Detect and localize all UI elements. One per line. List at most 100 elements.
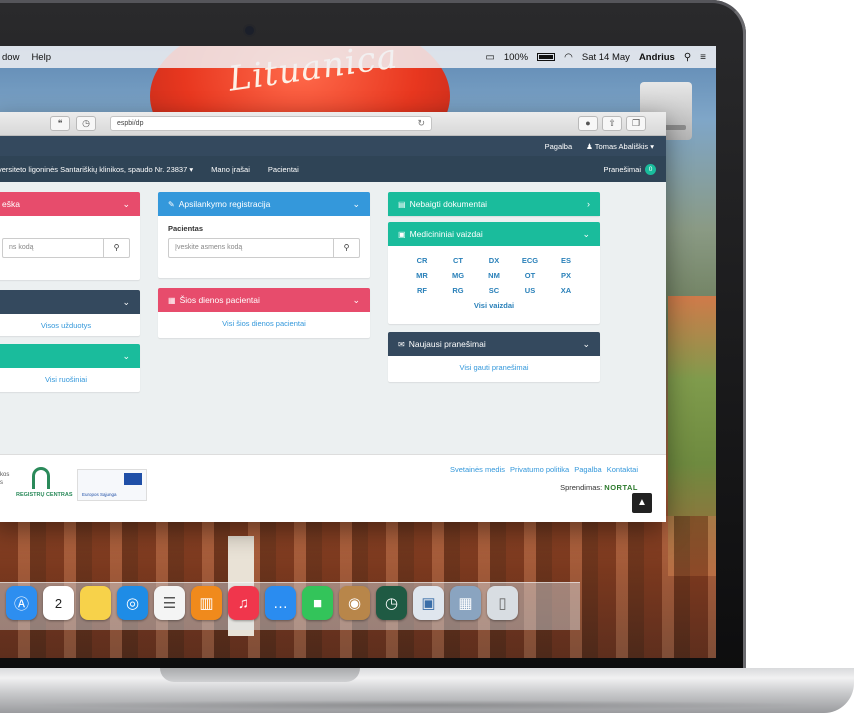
modality-link[interactable]: RF: [404, 286, 440, 295]
all-messages-link[interactable]: Visi gauti pranešimai: [388, 356, 600, 379]
contacts-icon[interactable]: ◉: [339, 586, 370, 620]
modality-link[interactable]: NM: [476, 271, 512, 280]
chevron-down-icon[interactable]: ⌄: [122, 199, 130, 210]
reminders-icon[interactable]: ☰: [154, 586, 185, 620]
modality-link[interactable]: XA: [548, 286, 584, 295]
trash-icon[interactable]: ▯: [487, 586, 518, 620]
all-today-patients-link[interactable]: Visi šios dienos pacientai: [158, 312, 370, 335]
help-link[interactable]: Pagalba: [545, 142, 573, 151]
modality-link[interactable]: ES: [548, 256, 584, 265]
chevron-down-icon[interactable]: ⌄: [122, 297, 130, 308]
contacts-link[interactable]: Kontaktai: [607, 465, 638, 474]
patient-search-input[interactable]: ns kodą: [3, 239, 103, 257]
modality-link[interactable]: PX: [548, 271, 584, 280]
chevron-down-icon[interactable]: ⌄: [582, 229, 590, 240]
modality-link[interactable]: US: [512, 286, 548, 295]
menu-window[interactable]: dow: [2, 52, 19, 63]
panel-title: Šios dienos pacientai: [179, 295, 260, 305]
panel-header[interactable]: ▤ Nebaigti dokumentai ›: [388, 192, 600, 216]
chevron-down-icon[interactable]: ⌄: [352, 199, 360, 210]
chevron-down-icon[interactable]: ⌄: [352, 295, 360, 306]
chevron-right-icon[interactable]: ›: [587, 199, 590, 209]
messages-icon[interactable]: …: [265, 586, 296, 620]
chevron-down-icon[interactable]: ⌄: [122, 351, 130, 362]
today-patients-panel: ▦ Šios dienos pacientai ⌄ Visi šios dien…: [158, 288, 370, 338]
panel-header[interactable]: ▦ Šios dienos pacientai ⌄: [158, 288, 370, 312]
menu-bar: dow Help ▭ 100% ◠ Sat 14 May Andrius ⚲ ≡: [0, 46, 716, 68]
all-drafts-link[interactable]: Visi ruošiniai: [0, 368, 140, 391]
modality-link[interactable]: RG: [440, 286, 476, 295]
sitemap-link[interactable]: Svetainės medis: [450, 465, 505, 474]
spotlight-icon[interactable]: ⚲: [684, 52, 691, 63]
history-icon[interactable]: ◷: [76, 116, 96, 131]
medical-images-panel: ▣ Medicininiai vaizdai ⌄ CR CT DX ECG ES…: [388, 222, 600, 324]
search-icon[interactable]: ⚲: [103, 239, 129, 257]
extension-icon[interactable]: ●: [578, 116, 598, 131]
panel-header[interactable]: ✉ Naujausi pranešimai ⌄: [388, 332, 600, 356]
modality-link[interactable]: CT: [440, 256, 476, 265]
address-text: espbi/dp: [117, 120, 144, 127]
edit-icon: ✎: [168, 199, 175, 209]
panel-header[interactable]: ⌄: [0, 344, 140, 368]
patient-label: Pacientas: [168, 224, 204, 233]
search-icon[interactable]: ⚲: [333, 239, 359, 257]
notes-icon[interactable]: [80, 586, 111, 620]
nav-my-records[interactable]: Mano įrašai: [211, 165, 250, 174]
institution-dropdown[interactable]: versiteto ligoninės Santariškių klinikos…: [0, 165, 193, 174]
latest-messages-panel: ✉ Naujausi pranešimai ⌄ Visi gauti prane…: [388, 332, 600, 382]
clock[interactable]: Sat 14 May: [582, 52, 630, 63]
eu-funds-logo: Europos Sąjunga: [77, 469, 147, 501]
all-images-link[interactable]: Visi vaizdai: [388, 297, 600, 316]
panel-header[interactable]: ⌄: [0, 290, 140, 314]
battery-icon[interactable]: [537, 53, 556, 61]
modality-link[interactable]: DX: [476, 256, 512, 265]
time-machine-icon[interactable]: ◷: [376, 586, 407, 620]
preview-icon[interactable]: ▣: [413, 586, 444, 620]
calendar-icon: ▦: [168, 295, 176, 305]
calendar-icon[interactable]: 2: [43, 586, 74, 620]
ibooks-icon[interactable]: ▥: [191, 586, 222, 620]
scroll-top-button[interactable]: ▲: [632, 493, 652, 513]
laptop-notch: [160, 668, 360, 682]
app-store-icon[interactable]: Ⓐ: [6, 586, 37, 620]
patient-code-field: Įveskite asmens kodą ⚲: [168, 238, 360, 258]
panel-title: Apsilankymo registracija: [178, 199, 271, 209]
user-menu[interactable]: Andrius: [639, 52, 675, 63]
modality-link[interactable]: MR: [404, 271, 440, 280]
app-navbar: Pagalba ♟ Tomas Abališkis ▾ versiteto li…: [0, 136, 666, 182]
panel-header[interactable]: ✎ Apsilankymo registracija ⌄: [158, 192, 370, 216]
modality-link[interactable]: MG: [440, 271, 476, 280]
address-bar[interactable]: espbi/dp ↻: [110, 116, 432, 131]
wifi-icon[interactable]: ◠: [564, 52, 573, 63]
reload-icon[interactable]: ↻: [417, 117, 425, 130]
safari-icon[interactable]: ◎: [117, 586, 148, 620]
user-name: Tomas Abališkis ▾: [594, 141, 654, 151]
share-icon[interactable]: ⇧: [602, 116, 622, 131]
nav-messages[interactable]: Pranešimai 0: [603, 163, 666, 175]
notification-center-icon[interactable]: ≡: [700, 52, 706, 63]
screen: Lituanica dow Help ▭ 100% ◠ Sat 14 May A…: [0, 46, 716, 658]
modality-link[interactable]: CR: [404, 256, 440, 265]
facetime-icon[interactable]: ■: [302, 586, 333, 620]
user-dropdown[interactable]: ♟ Tomas Abališkis ▾: [586, 142, 654, 151]
menu-help[interactable]: Help: [31, 52, 51, 63]
photos-icon[interactable]: ▦: [450, 586, 481, 620]
panel-header[interactable]: eška ⌄: [0, 192, 140, 216]
document-icon: ▤: [398, 199, 406, 209]
patient-search-field: ns kodą ⚲: [2, 238, 130, 258]
help-footer-link[interactable]: Pagalba: [574, 465, 602, 474]
modality-link[interactable]: OT: [512, 271, 548, 280]
privacy-link[interactable]: Privatumo politika: [510, 465, 569, 474]
modality-link[interactable]: ECG: [512, 256, 548, 265]
patient-code-input[interactable]: Įveskite asmens kodą: [169, 239, 333, 257]
chevron-down-icon[interactable]: ⌄: [582, 339, 590, 350]
tabs-icon[interactable]: ❐: [626, 116, 646, 131]
nav-patients[interactable]: Pacientai: [268, 165, 299, 174]
panel-header[interactable]: ▣ Medicininiai vaizdai ⌄: [388, 222, 600, 246]
airplay-icon[interactable]: ▭: [485, 52, 494, 63]
itunes-icon[interactable]: ♫: [228, 586, 259, 620]
modality-link[interactable]: SC: [476, 286, 512, 295]
all-tasks-link[interactable]: Visos užduotys: [0, 314, 140, 337]
reader-icon[interactable]: ❝: [50, 116, 70, 131]
visit-registration-panel: ✎ Apsilankymo registracija ⌄ Pacientas Į…: [158, 192, 370, 278]
